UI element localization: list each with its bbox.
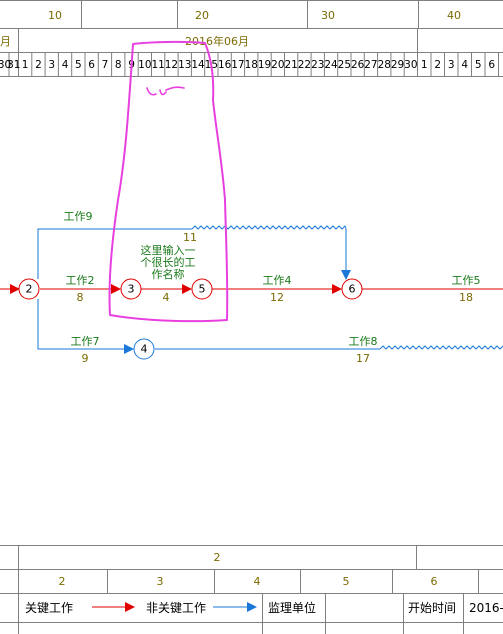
ruler-day-label: 30 [404, 59, 417, 71]
ruler-day-label: 23 [311, 59, 324, 71]
ruler-day-label: 11 [151, 59, 164, 71]
ruler-day-label: 27 [364, 59, 377, 71]
start-time-value: 2016- [469, 601, 503, 615]
ruler-number-30: 30 [321, 9, 335, 22]
activity-duration: 12 [270, 291, 284, 304]
node-4[interactable]: 4 [133, 338, 155, 360]
ruler-number-20: 20 [195, 9, 209, 22]
ruler-number-10: 10 [48, 9, 62, 22]
activity-name: 工作5 [452, 274, 481, 287]
ruler-day-label: 6 [88, 59, 95, 71]
ruler-day-label: 5 [475, 59, 482, 71]
ruler-day-label: 17 [231, 59, 244, 71]
node-label: 6 [349, 283, 356, 296]
ruler-day-label: 20 [271, 59, 284, 71]
ruler-day-label: 2 [35, 59, 42, 71]
ruler-number-40: 40 [447, 9, 461, 22]
legend-noncritical-label: 非关键工作 [146, 601, 206, 615]
node-5[interactable]: 5 [191, 278, 213, 300]
node-label: 2 [26, 283, 33, 296]
activity-duration: 11 [183, 231, 197, 244]
activity-name-line: 个很长的工 [141, 255, 196, 269]
ruler-day-label: 1 [22, 59, 29, 71]
activity-duration: 8 [77, 291, 84, 304]
ruler-day-label: 14 [191, 59, 205, 71]
ruler-day-label: 22 [298, 59, 311, 71]
legend-critical-label: 关键工作 [25, 601, 73, 615]
ruler-day-label: 2 [434, 59, 441, 71]
ruler-day-label: 26 [351, 59, 365, 71]
activity-name-line: 作名称 [152, 267, 185, 281]
free-float-zigzag [379, 345, 503, 350]
network-arrows [0, 225, 503, 354]
scale-label: 2 [214, 551, 221, 564]
bottom-time-scale: 2 2 3 4 5 6 [0, 545, 503, 594]
activity-name-line: 这里输入一 [141, 243, 196, 257]
scale-label: 4 [254, 575, 261, 588]
ruler-day-label: 16 [218, 59, 232, 71]
activity-name: 工作7 [71, 335, 100, 348]
ruler-day-label: 8 [115, 59, 122, 71]
activity-name: 工作4 [263, 274, 292, 287]
ruler-day-label: 12 [165, 59, 178, 71]
ruler-day-label: 28 [378, 59, 391, 71]
activity-name: 工作8 [349, 335, 378, 348]
activity-name: 工作2 [66, 274, 95, 287]
node-label: 3 [128, 283, 135, 296]
activity-duration: 9 [82, 352, 89, 365]
ruler-day-label: 18 [245, 59, 258, 71]
legend-table: 关键工作 非关键工作 监理单位 开始时间 2016- [0, 593, 503, 634]
node-2[interactable]: 2 [18, 278, 40, 300]
start-time-label: 开始时间 [408, 601, 456, 615]
ruler-day-label: 1 [421, 59, 428, 71]
ruler-day-label: 3 [48, 59, 55, 71]
ruler-day-label: 4 [461, 59, 468, 71]
supervisor-label: 监理单位 [268, 600, 316, 615]
node-label: 5 [199, 283, 206, 296]
ruler-day-label: 10 [138, 59, 151, 71]
ruler-day-label: 6 [488, 59, 495, 71]
scale-label: 6 [431, 575, 438, 588]
node-label: 4 [141, 343, 148, 356]
timeline-ruler: 10 20 30 40 月 2016年06月 3031 1 2 3 4 5 6 7 8 9 10 11… [0, 0, 503, 77]
ruler-day-label: 31 [7, 59, 20, 71]
ruler-day-label: 7 [102, 59, 109, 71]
ruler-day-label: 3 [448, 59, 455, 71]
ruler-day-label: 19 [258, 59, 271, 71]
ruler-day-label: 4 [62, 59, 69, 71]
ruler-month-label: 2016年06月 [185, 34, 249, 48]
node-3[interactable]: 3 [120, 278, 142, 300]
ruler-day-label: 29 [391, 59, 404, 71]
scale-label: 5 [343, 575, 350, 588]
activity-duration: 18 [459, 291, 473, 304]
ruler-day-label: 13 [178, 59, 191, 71]
node-6[interactable]: 6 [341, 278, 363, 300]
activity-duration: 4 [163, 291, 170, 304]
ruler-day-label: 25 [338, 59, 351, 71]
activity-duration: 17 [356, 352, 370, 365]
scale-label: 3 [157, 575, 164, 588]
scale-label: 2 [59, 575, 66, 588]
activity-name: 工作9 [64, 210, 93, 223]
ruler-day-label: 24 [324, 59, 338, 71]
ruler-day-label: 5 [75, 59, 82, 71]
ruler-day-label: 21 [284, 59, 297, 71]
ruler-month-prev: 月 [0, 35, 11, 48]
network-diagram-canvas: 10 20 30 40 月 2016年06月 3031 1 2 3 4 5 6 7 8 9 10 11… [0, 0, 503, 634]
free-float-zigzag [191, 225, 347, 230]
